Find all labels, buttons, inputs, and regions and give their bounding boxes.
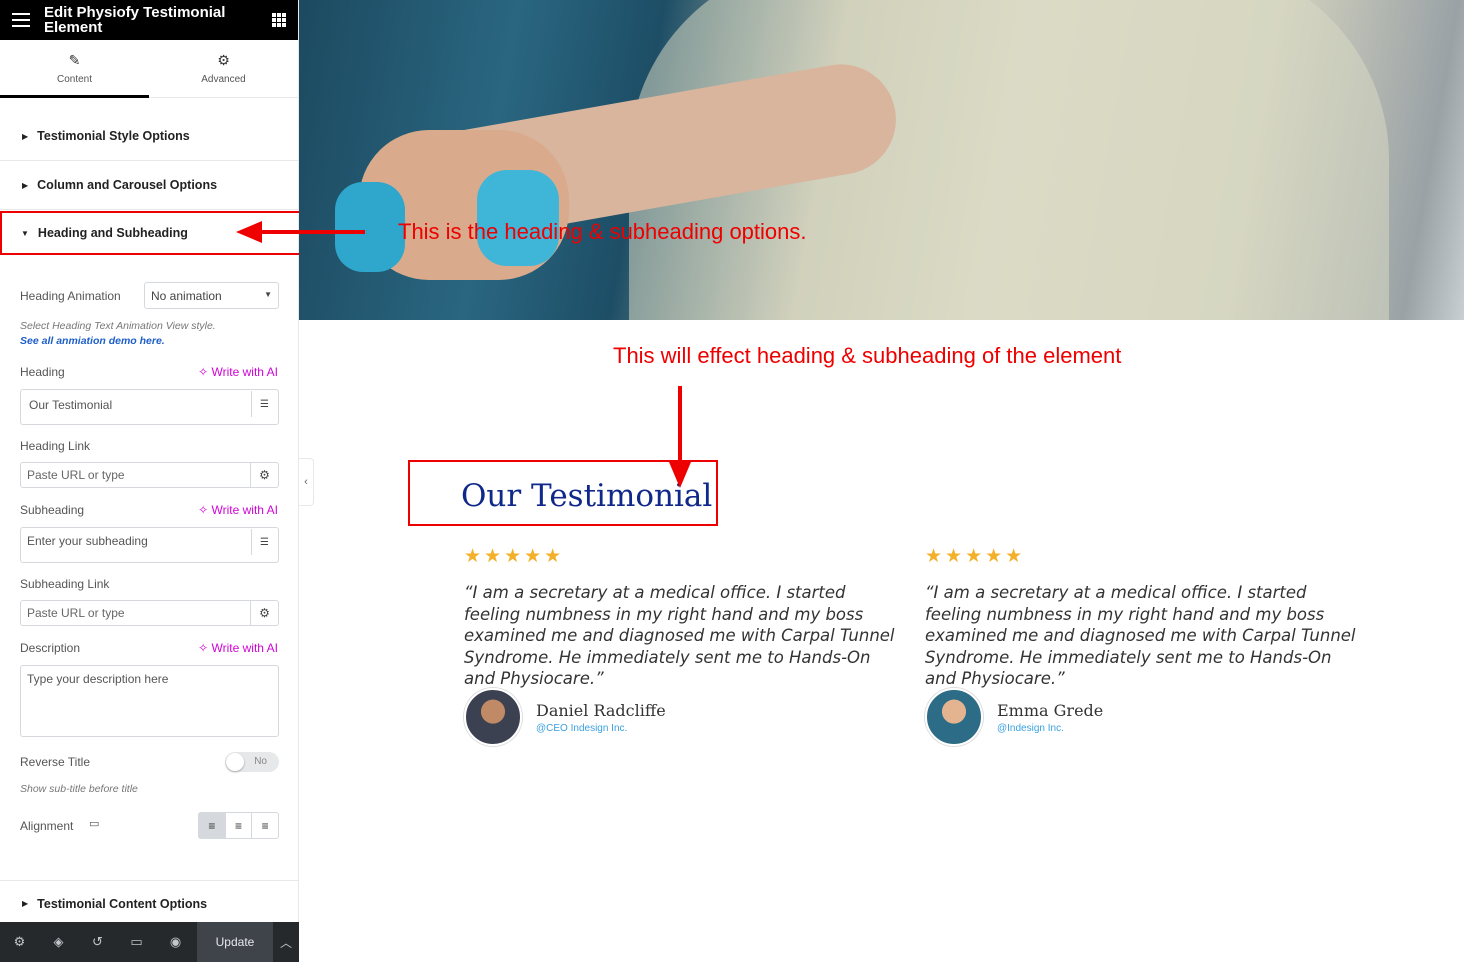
heading-animation-select[interactable]: No animation ▼ <box>144 282 279 309</box>
testimonial-quote: “I am a secretary at a medical office. I… <box>464 583 895 688</box>
alignment-control: ≡ ≡ ≡ <box>198 812 279 839</box>
responsive-icon[interactable]: ▭ <box>117 934 156 950</box>
tab-advanced[interactable]: ⚙ Advanced <box>149 40 298 97</box>
subheading-label: Subheading <box>20 503 85 517</box>
heading-animation-label: Heading Animation <box>20 289 121 303</box>
link-options-gear-icon[interactable]: ⚙ <box>251 462 279 488</box>
section-testimonial-content[interactable]: ▶ Testimonial Content Options <box>0 880 299 926</box>
write-with-ai-heading[interactable]: ✧ Write with AI <box>198 365 278 379</box>
panel-footer: ⚙ ◈ ↺ ▭ ◉ Update ︿ <box>0 922 299 962</box>
dumbbell-shape <box>335 182 405 272</box>
alignment-label: Alignment <box>20 819 74 833</box>
avatar <box>464 688 522 746</box>
section-label: Column and Carousel Options <box>37 178 218 192</box>
author-role: @CEO Indesign Inc. <box>536 722 628 734</box>
heading-label: Heading <box>20 365 65 379</box>
write-ai-label: Write with AI <box>211 365 278 379</box>
hero-image <box>299 0 1464 320</box>
widgets-grid-icon[interactable] <box>272 13 286 27</box>
link-options-gear-icon[interactable]: ⚙ <box>251 600 279 626</box>
panel-header: Edit Physiofy Testimonial Element <box>0 0 298 40</box>
annotation-effect-note: This will effect heading & subheading of… <box>613 343 1122 368</box>
caret-right-icon: ▶ <box>22 899 29 908</box>
write-with-ai-description[interactable]: ✧ Write with AI <box>198 641 278 655</box>
align-center-icon[interactable]: ≡ <box>226 813 253 838</box>
panel-title: Edit Physiofy Testimonial Element <box>44 4 226 36</box>
subheading-link-placeholder: Paste URL or type <box>27 606 125 620</box>
description-placeholder: Type your description here <box>27 672 169 686</box>
section-label: Testimonial Content Options <box>37 896 208 911</box>
subheading-link-input[interactable]: Paste URL or type <box>20 600 251 626</box>
testimonial-card: ★★★★★ “I am a secretary at a medical off… <box>464 545 904 746</box>
caret-right-icon: ▶ <box>22 131 29 141</box>
collapse-panel-button[interactable]: ‹ <box>299 458 314 506</box>
author-name: Daniel Radcliffe <box>536 700 666 720</box>
caret-down-icon: ▼ <box>21 228 29 238</box>
author-name: Emma Grede <box>997 700 1104 720</box>
layers-icon[interactable]: ◈ <box>39 934 78 950</box>
description-textarea[interactable]: Type your description here <box>20 665 279 737</box>
star-rating: ★★★★★ <box>464 546 565 567</box>
history-icon[interactable]: ↺ <box>78 934 117 950</box>
gear-icon: ⚙ <box>217 52 230 68</box>
menu-icon[interactable] <box>12 13 30 27</box>
author-role: @Indesign Inc. <box>997 722 1064 734</box>
dynamic-tags-icon[interactable]: ☰ <box>251 529 277 555</box>
chevron-down-icon: ▼ <box>264 290 272 299</box>
tab-content-label: Content <box>56 74 93 85</box>
heading-animation-value: No animation <box>151 289 222 303</box>
reverse-title-hint: Show sub-title before title <box>20 783 138 795</box>
write-ai-label: Write with AI <box>211 503 278 517</box>
animation-hint: Select Heading Text Animation View style… <box>20 320 216 332</box>
subheading-link-label: Subheading Link <box>20 577 110 591</box>
subheading-placeholder: Enter your subheading <box>27 534 148 548</box>
heading-textarea[interactable]: Our Testimonial ☰ <box>20 389 279 425</box>
animation-demo-link[interactable]: See all anmiation demo here. <box>20 335 165 347</box>
write-ai-label: Write with AI <box>211 641 278 655</box>
reverse-title-toggle[interactable]: No <box>225 752 279 772</box>
desktop-icon[interactable]: ▭ <box>89 817 99 830</box>
update-button[interactable]: Update <box>197 922 273 962</box>
subheading-textarea[interactable]: Enter your subheading ☰ <box>20 527 279 563</box>
testimonial-heading: Our Testimonial <box>461 478 713 514</box>
tab-advanced-label: Advanced <box>201 74 246 85</box>
panel-tabs: ✎ Content ⚙ Advanced <box>0 40 298 98</box>
settings-icon[interactable]: ⚙ <box>0 934 39 950</box>
chevron-up-icon[interactable]: ︿ <box>273 934 299 951</box>
write-with-ai-subheading[interactable]: ✧ Write with AI <box>198 503 278 517</box>
editor-panel: Edit Physiofy Testimonial Element ✎ Cont… <box>0 0 301 962</box>
testimonial-quote: “I am a secretary at a medical office. I… <box>925 583 1356 688</box>
align-right-icon[interactable]: ≡ <box>252 813 278 838</box>
heading-link-placeholder: Paste URL or type <box>27 468 125 482</box>
dynamic-tags-icon[interactable]: ☰ <box>251 391 277 417</box>
tab-content[interactable]: ✎ Content <box>0 40 149 98</box>
heading-value: Our Testimonial <box>29 398 113 412</box>
dumbbell-shape <box>477 170 559 266</box>
pencil-icon: ✎ <box>68 52 81 68</box>
heading-link-label: Heading Link <box>20 439 91 453</box>
align-left-icon[interactable]: ≡ <box>199 813 226 838</box>
section-testimonial-style[interactable]: ▶ Testimonial Style Options <box>0 112 298 161</box>
description-label: Description <box>20 641 81 655</box>
section-heading-subheading[interactable]: ▼ Heading and Subheading <box>0 211 301 255</box>
testimonial-card: ★★★★★ “I am a secretary at a medical off… <box>925 545 1365 746</box>
toggle-knob <box>226 753 244 771</box>
testimonial-author: Daniel Radcliffe @CEO Indesign Inc. <box>464 688 666 746</box>
section-column-carousel[interactable]: ▶ Column and Carousel Options <box>0 161 298 210</box>
heading-link-input[interactable]: Paste URL or type <box>20 462 251 488</box>
annotation-options-note: This is the heading & subheading options… <box>398 219 807 244</box>
caret-right-icon: ▶ <box>22 180 29 190</box>
chevron-left-icon: ‹ <box>304 476 308 488</box>
preview-eye-icon[interactable]: ◉ <box>156 934 195 950</box>
avatar <box>925 688 983 746</box>
section-label: Testimonial Style Options <box>37 129 190 143</box>
reverse-title-label: Reverse Title <box>20 755 91 769</box>
star-rating: ★★★★★ <box>925 546 1026 567</box>
testimonial-author: Emma Grede @Indesign Inc. <box>925 688 1103 746</box>
toggle-state: No <box>254 756 267 767</box>
section-label: Heading and Subheading <box>37 226 188 240</box>
